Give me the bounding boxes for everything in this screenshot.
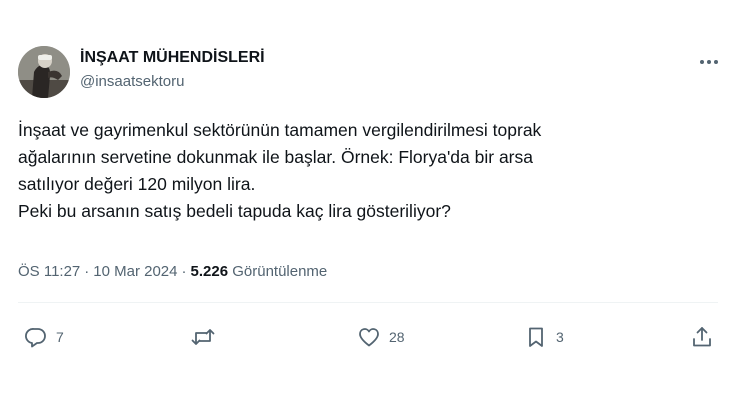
reply-button[interactable]: 7 [24, 324, 64, 350]
reply-icon [24, 325, 48, 349]
retweet-icon [190, 325, 216, 349]
bookmark-button[interactable]: 3 [524, 324, 564, 350]
tweet-text-line: satılıyor değeri 120 milyon lira. [18, 174, 256, 194]
divider [18, 302, 718, 303]
like-button[interactable]: 28 [357, 324, 405, 350]
bookmark-count: 3 [556, 329, 564, 345]
meta-separator: · [84, 263, 90, 280]
share-icon [690, 325, 714, 349]
meta-separator: · [181, 263, 187, 280]
views-count: 5.226 [190, 263, 229, 280]
like-icon [357, 325, 381, 349]
like-count: 28 [389, 329, 405, 345]
avatar[interactable] [18, 46, 70, 98]
more-icon[interactable] [698, 55, 720, 69]
tweet-time[interactable]: ÖS 11:27 [18, 263, 80, 280]
bookmark-icon [524, 325, 548, 349]
tweet-date[interactable]: 10 Mar 2024 [93, 263, 177, 280]
tweet-text: İnşaat ve gayrimenkul sektörünün tamamen… [18, 117, 718, 225]
share-button[interactable] [690, 324, 714, 350]
tweet-meta: ÖS 11:27 · 10 Mar 2024 · 5.226 Görüntülenme [18, 263, 327, 280]
tweet-text-line: ağalarının servetine dokunmak ile başlar… [18, 147, 533, 167]
retweet-button[interactable] [190, 324, 224, 350]
author-handle[interactable]: @insaatsektoru [80, 73, 184, 90]
tweet-text-line: Peki bu arsanın satış bedeli tapuda kaç … [18, 201, 451, 221]
tweet-text-line: İnşaat ve gayrimenkul sektörünün tamamen… [18, 120, 542, 140]
views-label: Görüntülenme [232, 263, 328, 280]
reply-count: 7 [56, 329, 64, 345]
tweet: İNŞAAT MÜHENDİSLERİ @insaatsektoru İnşaa… [0, 0, 730, 420]
author-name[interactable]: İNŞAAT MÜHENDİSLERİ [80, 49, 265, 67]
